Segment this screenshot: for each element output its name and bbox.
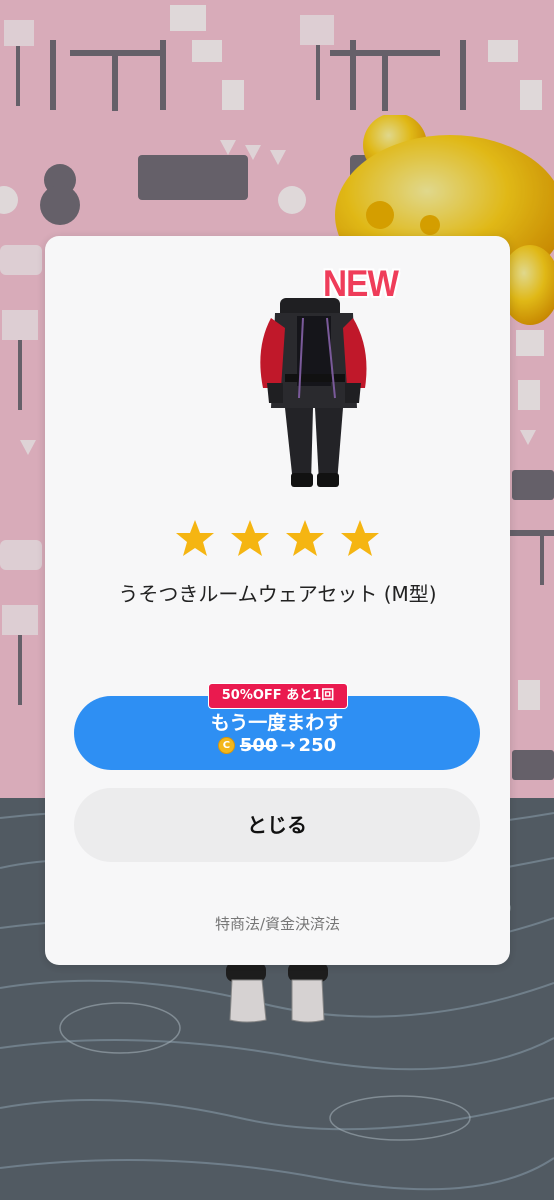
rarity-stars (175, 518, 385, 558)
price-arrow: → (280, 735, 296, 756)
star-icon (286, 520, 324, 556)
new-price: 250 (298, 735, 337, 756)
item-name: うそつきルームウェアセット (M型) (118, 582, 437, 606)
star-icon (341, 520, 379, 556)
spin-price: C 500 → 250 (74, 735, 480, 756)
discount-badge: 50%OFF あと1回 (208, 683, 348, 709)
new-badge: NEW (323, 263, 399, 304)
outfit-image (260, 298, 367, 487)
coin-icon: C (217, 737, 235, 754)
close-button[interactable]: とじる (74, 788, 480, 862)
legal-notice-link[interactable]: 特商法/資金決済法 (45, 913, 510, 934)
gacha-result-dialog: NEW うそつきルームウェアセット (M型) もう一度まわす C 500 → 2… (45, 236, 510, 965)
spin-again-label: もう一度まわす (210, 712, 344, 734)
old-price: 500 (239, 735, 278, 756)
star-icon (176, 520, 214, 556)
star-icon (231, 520, 269, 556)
